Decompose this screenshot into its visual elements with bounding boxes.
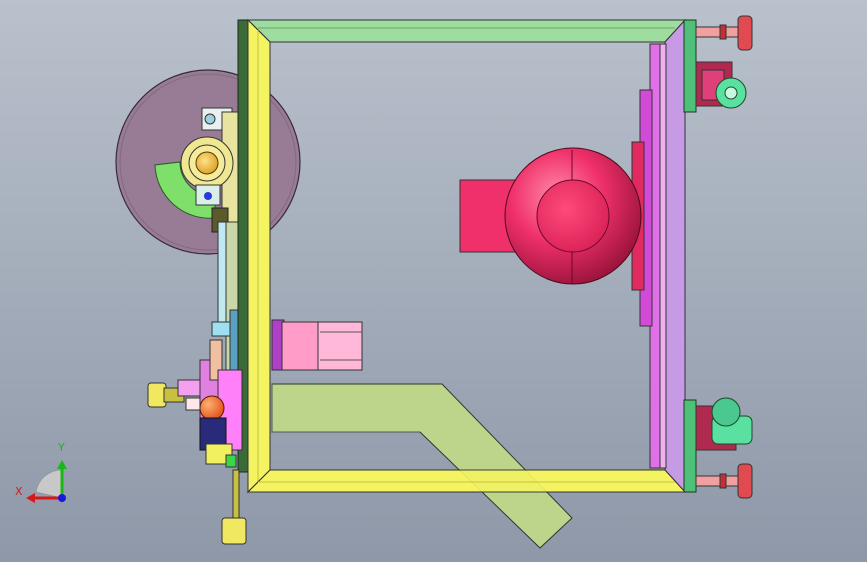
axis-x-label: X <box>15 485 23 498</box>
right-plate-top <box>683 19 697 113</box>
axis-y-label: Y <box>58 441 65 454</box>
right-plate-bottom <box>683 399 697 493</box>
frame-bottom-overlay <box>246 469 687 493</box>
cad-viewport[interactable] <box>0 0 867 562</box>
pink-block[interactable] <box>271 319 363 371</box>
motor[interactable] <box>504 147 642 285</box>
